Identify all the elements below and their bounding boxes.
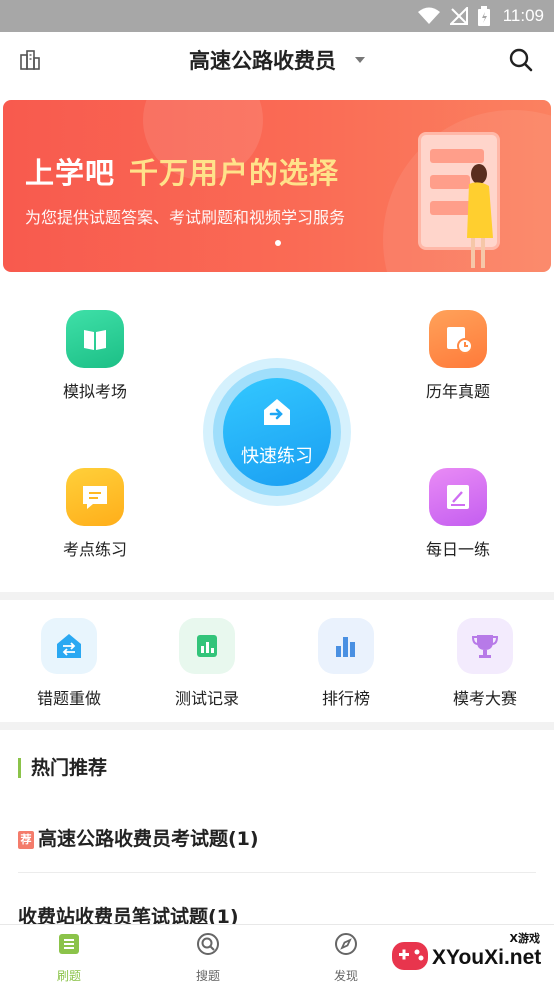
banner-brand: 上学吧 <box>25 156 116 190</box>
bar-chart-icon <box>318 618 374 674</box>
list-icon <box>59 934 79 954</box>
list-divider <box>18 872 536 873</box>
quick-practice-label: 快速练习 <box>241 446 313 467</box>
feature-grid: 模拟考场 历年真题 快速练习 考点练习 每日一练 <box>0 290 554 590</box>
tab-label: 搜题 <box>195 969 220 983</box>
chat-icon <box>66 468 124 526</box>
daily-practice-button[interactable]: 每日一练 <box>398 468 518 560</box>
quick-practice-core <box>223 378 331 486</box>
mock-exam-button[interactable]: 模拟考场 <box>35 310 155 402</box>
test-records-label: 测试记录 <box>174 689 239 708</box>
search-circle-icon <box>197 933 219 955</box>
app-bar: 高速公路收费员 <box>0 32 554 88</box>
tools-row: 错题重做 测试记录 排行榜 模考大赛 <box>0 606 554 722</box>
mock-exam-label: 模拟考场 <box>62 382 127 401</box>
tab-practice[interactable]: 刷题 <box>29 931 109 984</box>
daily-practice-label: 每日一练 <box>425 540 490 559</box>
subject-selector[interactable]: 高速公路收费员 <box>0 45 554 75</box>
status-bar: 11:09 <box>0 0 554 32</box>
caret-down-icon <box>355 57 366 63</box>
trophy-icon <box>457 618 513 674</box>
watermark-logo: X游戏 XYouXi.net <box>384 928 550 980</box>
tab-label: 刷题 <box>56 969 81 983</box>
section-title: 热门推荐 <box>18 758 107 778</box>
wrong-redo-button[interactable]: 错题重做 <box>9 618 129 709</box>
banner-slogan: 千万用户的选择 <box>129 156 340 190</box>
section-divider <box>0 722 554 730</box>
recommend-badge: 荐 <box>18 831 34 849</box>
test-records-button[interactable]: 测试记录 <box>147 618 267 709</box>
status-time: 11:09 <box>502 6 544 25</box>
section-divider <box>0 592 554 600</box>
house-arrow-icon <box>264 399 290 425</box>
past-papers-label: 历年真题 <box>425 382 490 401</box>
status-icons <box>418 6 490 26</box>
list-item[interactable]: 荐高速公路收费员考试题(1) <box>18 824 259 851</box>
banner-subtitle: 为您提供试题答案、考试刷题和视频学习服务 <box>25 208 346 227</box>
ranking-button[interactable]: 排行榜 <box>286 618 406 709</box>
battery-icon <box>478 6 490 26</box>
tab-search-questions[interactable]: 搜题 <box>168 931 248 984</box>
chart-doc-icon <box>179 618 235 674</box>
watermark-text: XYouXi.net <box>432 946 542 969</box>
past-papers-button[interactable]: 历年真题 <box>398 310 518 402</box>
clock-document-icon <box>429 310 487 368</box>
watermark-small-text: X游戏 <box>509 932 540 945</box>
ranking-label: 排行榜 <box>321 689 370 708</box>
notebook-pen-icon <box>429 468 487 526</box>
quick-practice-button[interactable]: 快速练习 <box>203 358 351 506</box>
tab-label: 发现 <box>333 969 358 983</box>
wifi-icon <box>418 7 440 24</box>
key-points-label: 考点练习 <box>62 540 127 559</box>
carousel-indicator <box>275 240 281 246</box>
no-signal-icon <box>450 7 468 25</box>
swap-icon <box>41 618 97 674</box>
list-item-title: 高速公路收费员考试题(1) <box>38 828 259 850</box>
search-icon[interactable] <box>508 47 534 73</box>
person-illustration <box>467 164 493 268</box>
promo-banner[interactable]: 上学吧 千万用户的选择 为您提供试题答案、考试刷题和视频学习服务 <box>3 100 551 272</box>
key-points-button[interactable]: 考点练习 <box>35 468 155 560</box>
compass-icon <box>335 933 357 955</box>
wrong-redo-label: 错题重做 <box>36 689 101 708</box>
gamepad-logo-icon <box>392 942 428 970</box>
book-icon <box>66 310 124 368</box>
tab-discover[interactable]: 发现 <box>306 931 386 984</box>
page-title: 高速公路收费员 <box>188 49 336 73</box>
mock-contest-button[interactable]: 模考大赛 <box>425 618 545 709</box>
mock-contest-label: 模考大赛 <box>452 689 517 708</box>
banner-headline: 上学吧 千万用户的选择 <box>25 150 339 192</box>
